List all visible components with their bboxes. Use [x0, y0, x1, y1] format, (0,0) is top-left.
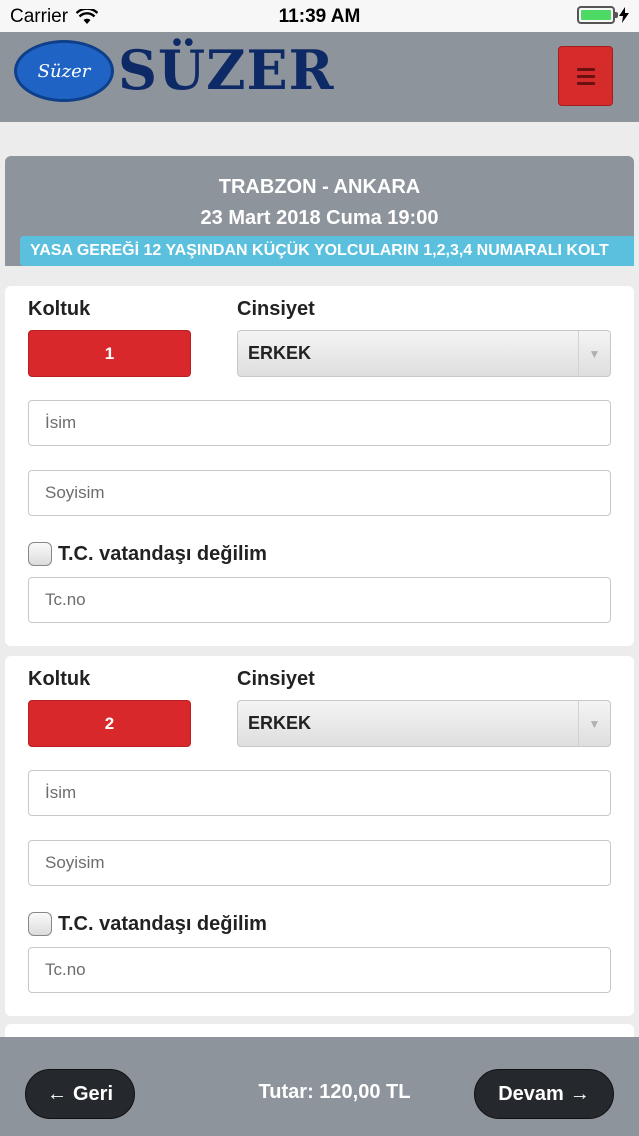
gender-select-value: ERKEK — [248, 713, 312, 733]
not-citizen-row: T.C. vatandaşı değilim — [28, 912, 267, 936]
gender-select[interactable]: ERKEK ▼ — [237, 700, 611, 747]
name-input[interactable]: İsim — [28, 770, 611, 816]
trip-route: TRABZON - ANKARA — [218, 176, 421, 198]
status-right — [577, 6, 629, 24]
trip-info-panel: TRABZON - ANKARA 23 Mart 2018 Cuma 19:00… — [5, 156, 634, 266]
tc-number-input[interactable]: Tc.no — [28, 577, 611, 623]
clock: 11:39 AM — [278, 6, 361, 27]
gender-label: Cinsiyet — [237, 298, 315, 320]
hamburger-icon — [576, 67, 595, 85]
continue-button[interactable]: Devam → — [474, 1069, 614, 1119]
not-citizen-checkbox[interactable] — [28, 542, 52, 566]
surname-input[interactable]: Soyisim — [28, 840, 611, 886]
gender-label: Cinsiyet — [237, 668, 315, 690]
gender-select-value: ERKEK — [248, 343, 312, 363]
charging-bolt-icon — [619, 7, 629, 23]
not-citizen-label: T.C. vatandaşı değilim — [58, 542, 267, 565]
not-citizen-row: T.C. vatandaşı değilim — [28, 542, 267, 566]
surname-input[interactable]: Soyisim — [28, 470, 611, 516]
passenger-card-1: Koltuk Cinsiyet 1 ERKEK ▼ İsim Soyisim T… — [5, 286, 634, 646]
arrow-right-icon: → — [569, 1082, 590, 1105]
menu-button[interactable] — [558, 46, 613, 106]
not-citizen-label: T.C. vatandaşı değilim — [58, 912, 267, 935]
seat-label: Koltuk — [28, 298, 91, 320]
gender-select[interactable]: ERKEK ▼ — [237, 330, 611, 377]
seat-number-button[interactable]: 2 — [28, 700, 191, 747]
passenger-card-2: Koltuk Cinsiyet 2 ERKEK ▼ İsim Soyisim T… — [5, 656, 634, 1016]
not-citizen-checkbox[interactable] — [28, 912, 52, 936]
logo-wordmark[interactable]: SÜZER — [118, 38, 335, 102]
seat-label: Koltuk — [28, 668, 91, 690]
legal-notice-marquee: YASA GEREĞİ 12 YAŞINDAN KÜÇÜK YOLCULARIN… — [20, 236, 634, 266]
status-bar: Carrier 11:39 AM — [0, 0, 639, 32]
tc-number-input[interactable]: Tc.no — [28, 947, 611, 993]
app-header: Süzer SÜZER — [0, 32, 639, 122]
continue-button-label: Devam — [498, 1082, 564, 1105]
footer-bar: ← Geri Tutar: 120,00 TL Devam → — [0, 1037, 639, 1136]
seat-number-button[interactable]: 1 — [28, 330, 191, 377]
dropdown-arrow-icon: ▼ — [578, 701, 610, 746]
dropdown-arrow-icon: ▼ — [578, 331, 610, 376]
battery-icon — [577, 6, 618, 24]
name-input[interactable]: İsim — [28, 400, 611, 446]
battery-fill — [581, 10, 611, 20]
logo-emblem[interactable]: Süzer — [14, 40, 114, 102]
trip-date: 23 Mart 2018 Cuma 19:00 — [200, 207, 439, 229]
